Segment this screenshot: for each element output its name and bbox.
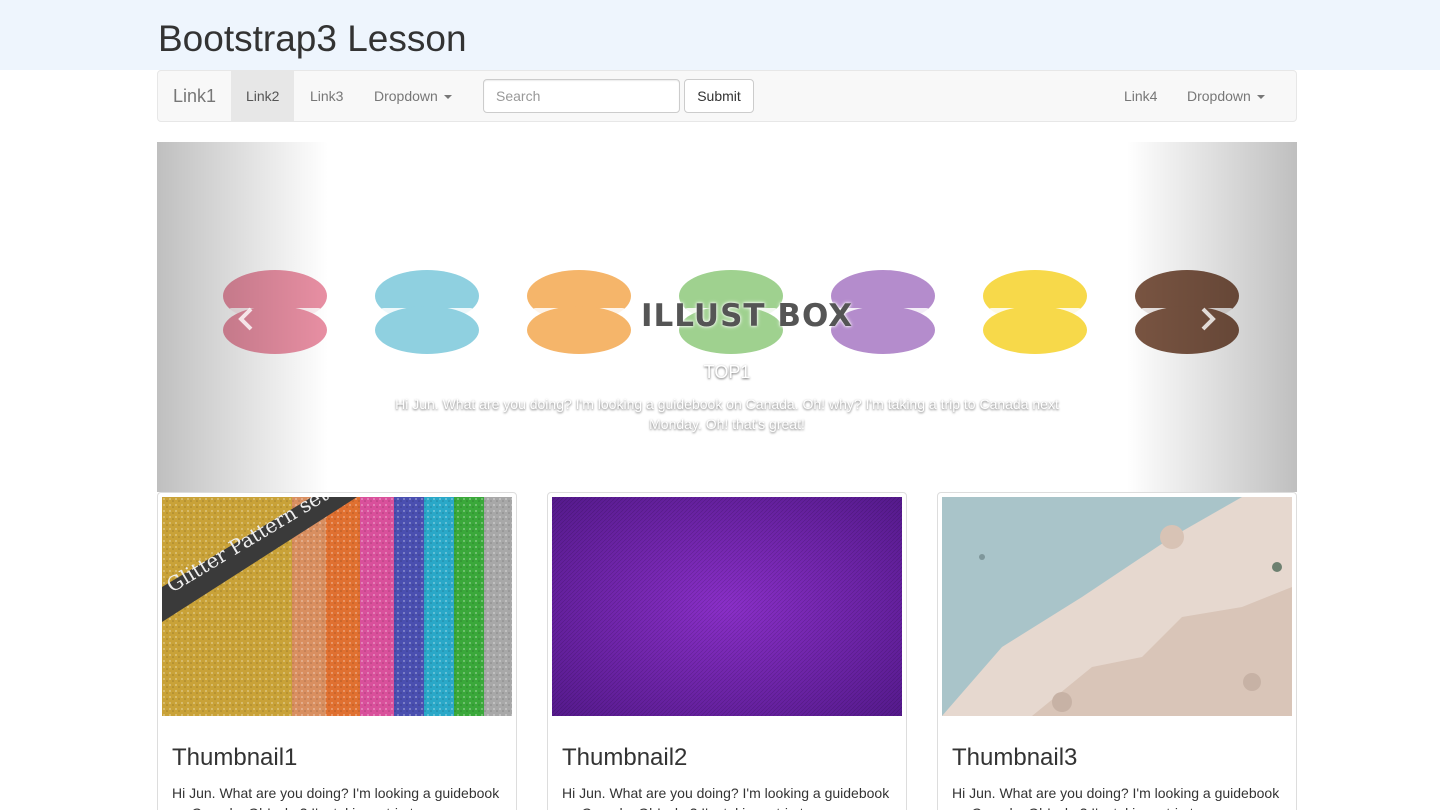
nav-link4[interactable]: Link4: [1109, 71, 1172, 121]
nav-dropdown-right[interactable]: Dropdown: [1172, 71, 1280, 121]
watermark-logo: ILLUST BOX: [641, 298, 854, 334]
nav-dropdown-label: Dropdown: [374, 88, 438, 104]
thumbnail-text: Hi Jun. What are you doing? I'm looking …: [562, 785, 890, 810]
caret-down-icon: [1256, 95, 1265, 100]
nav-dropdown-right-label: Dropdown: [1187, 88, 1251, 104]
search-input[interactable]: [483, 79, 680, 113]
carousel: ILLUST BOX TOP1 Hi Jun. What are you doi…: [157, 142, 1297, 492]
carousel-caption-text: Hi Jun. What are you doing? I'm looking …: [395, 396, 1059, 432]
macaron-orange: [527, 270, 631, 354]
submit-button[interactable]: Submit: [684, 79, 754, 113]
navbar-brand[interactable]: Link1: [173, 71, 216, 121]
macaron-yellow: [983, 270, 1087, 354]
thumbnail-title: Thumbnail3: [952, 744, 1078, 771]
nav-link2[interactable]: Link2: [231, 71, 295, 121]
thumbnail-title: Thumbnail1: [172, 744, 298, 771]
thumbnail-image: [942, 497, 1292, 716]
thumbnail-text: Hi Jun. What are you doing? I'm looking …: [952, 785, 1280, 810]
carousel-caption-title: TOP1: [703, 362, 751, 382]
thumbnail-card-2: Thumbnail2 Hi Jun. What are you doing? I…: [547, 492, 907, 810]
thumbnail-card-3: Thumbnail3 Hi Jun. What are you doing? I…: [937, 492, 1297, 810]
thumbnail-title: Thumbnail2: [562, 744, 688, 771]
thumbnail-image: [552, 497, 902, 716]
navbar: Link1 Link2 Link3 Dropdown Submit Link4 …: [157, 70, 1297, 122]
nav-dropdown[interactable]: Dropdown: [359, 71, 467, 121]
nav-link3[interactable]: Link3: [295, 71, 358, 121]
caret-down-icon: [443, 95, 452, 100]
thumbnail-image: Glitter Pattern set: [162, 497, 512, 716]
thumbnail-card-1: Glitter Pattern set Thumbnail1 Hi Jun. W…: [157, 492, 517, 810]
chevron-right-icon[interactable]: [1194, 305, 1222, 333]
thumbnail-text: Hi Jun. What are you doing? I'm looking …: [172, 785, 500, 810]
page-title: Bootstrap3 Lesson: [158, 18, 467, 59]
chevron-left-icon[interactable]: [232, 305, 260, 333]
macaron-blue: [375, 270, 479, 354]
